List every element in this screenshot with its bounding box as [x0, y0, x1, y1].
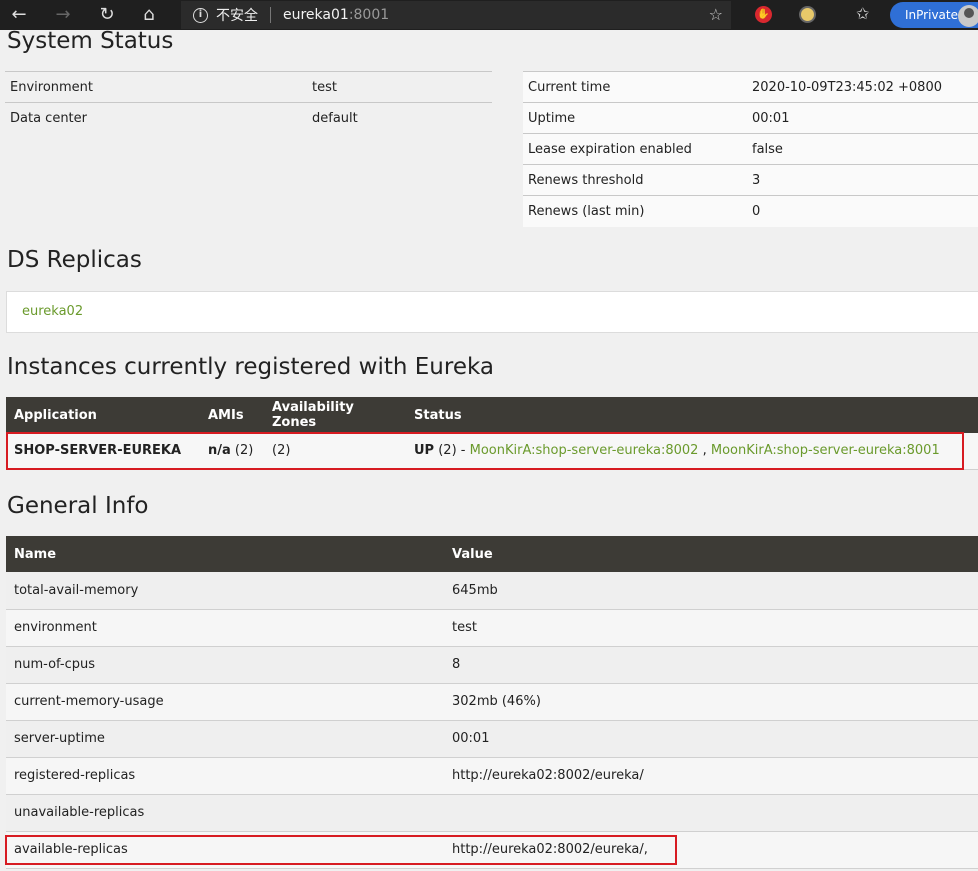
info-value: 8	[444, 646, 978, 684]
column-header: Name	[6, 536, 444, 572]
favorites-icon[interactable]: ✩	[856, 4, 869, 23]
instance-link[interactable]: MoonKirA:shop-server-eureka:8002	[470, 443, 699, 458]
status-state: UP	[414, 443, 435, 459]
info-value: 00:01	[444, 720, 978, 758]
general-info-title: General Info	[7, 493, 149, 519]
table-row: server-uptime 00:01	[6, 720, 978, 758]
info-name: unavailable-replicas	[6, 794, 444, 832]
table-row: Lease expiration enabled false	[523, 133, 978, 165]
zones-cell: (2)	[264, 433, 406, 470]
system-status-left-table: Environment test Data center default	[5, 71, 492, 134]
status-value: default	[307, 102, 492, 134]
info-name: server-uptime	[6, 720, 444, 758]
table-row: Renews (last min) 0	[523, 195, 978, 227]
ds-replicas-list: eureka02	[6, 291, 978, 333]
info-value	[444, 794, 978, 832]
column-header: AMIs	[200, 397, 264, 433]
info-value: http://eureka02:8002/eureka/	[444, 757, 978, 795]
table-row: Renews threshold 3	[523, 164, 978, 196]
instance-separator: ,	[702, 443, 707, 459]
instances-table: Application AMIs Availability Zones Stat…	[6, 397, 978, 470]
system-status-right-table: Current time 2020-10-09T23:45:02 +0800 U…	[523, 71, 978, 227]
table-row: Uptime 00:01	[523, 102, 978, 134]
home-icon[interactable]: ⌂	[138, 4, 160, 26]
ds-replicas-title: DS Replicas	[7, 247, 142, 273]
status-key: Lease expiration enabled	[523, 133, 747, 165]
info-name: current-memory-usage	[6, 683, 444, 721]
info-icon[interactable]: i	[193, 7, 208, 23]
status-value: test	[307, 71, 492, 103]
replica-link[interactable]: eureka02	[22, 304, 83, 319]
column-header: Application	[6, 397, 200, 433]
table-header-row: Name Value	[6, 536, 978, 572]
table-row: num-of-cpus 8	[6, 646, 978, 684]
status-key: Renews threshold	[523, 164, 747, 196]
forward-icon[interactable]: →	[52, 4, 74, 26]
status-key: Renews (last min)	[523, 195, 747, 227]
owl-extension-icon[interactable]	[799, 6, 816, 23]
status-value: 00:01	[747, 102, 978, 134]
table-row: environment test	[6, 609, 978, 647]
info-value: 645mb	[444, 572, 978, 610]
table-header-row: Application AMIs Availability Zones Stat…	[6, 397, 978, 433]
url-port: :8001	[348, 7, 390, 23]
table-row: registered-replicas http://eureka02:8002…	[6, 757, 978, 795]
amis-count: (2)	[234, 443, 254, 459]
status-key: Uptime	[523, 102, 747, 134]
table-row: current-memory-usage 302mb (46%)	[6, 683, 978, 721]
status-key: Data center	[5, 102, 307, 134]
status-count: (2) -	[438, 443, 466, 459]
instance-link[interactable]: MoonKirA:shop-server-eureka:8001	[711, 443, 940, 458]
status-value: 0	[747, 195, 978, 227]
table-row: Data center default	[5, 102, 492, 134]
status-key: Environment	[5, 71, 307, 103]
status-cell: UP (2) - MoonKirA:shop-server-eureka:800…	[406, 433, 978, 470]
table-row: total-avail-memory 645mb	[6, 572, 978, 610]
column-header: Value	[444, 536, 978, 572]
info-name: registered-replicas	[6, 757, 444, 795]
general-info-table: Name Value total-avail-memory 645mb envi…	[6, 536, 978, 869]
column-header: Availability Zones	[264, 397, 406, 433]
status-value: 3	[747, 164, 978, 196]
table-row: unavailable-replicas	[6, 794, 978, 832]
info-value: http://eureka02:8002/eureka/,	[444, 831, 978, 869]
address-separator	[270, 7, 271, 23]
insecure-label: 不安全	[216, 8, 258, 24]
status-value: false	[747, 133, 978, 165]
back-icon[interactable]: ←	[8, 4, 30, 26]
status-value: 2020-10-09T23:45:02 +0800	[747, 71, 978, 103]
instances-title: Instances currently registered with Eure…	[7, 354, 494, 380]
profile-avatar-icon[interactable]	[958, 5, 978, 27]
favorite-star-icon[interactable]: ☆	[709, 5, 723, 24]
info-name: environment	[6, 609, 444, 647]
info-name: num-of-cpus	[6, 646, 444, 684]
info-name: total-avail-memory	[6, 572, 444, 610]
amis-cell: n/a (2)	[200, 433, 264, 470]
system-status-title: System Status	[7, 28, 174, 54]
table-row: available-replicas http://eureka02:8002/…	[6, 831, 978, 869]
info-name: available-replicas	[6, 831, 444, 869]
browser-toolbar: ← → ↻ ⌂ i 不安全 eureka01:8001 ☆ ✋ ✩ InPriv…	[0, 0, 978, 30]
adblock-extension-icon[interactable]: ✋	[755, 6, 772, 23]
column-header: Status	[406, 397, 978, 433]
status-key: Current time	[523, 71, 747, 103]
address-bar[interactable]: i 不安全 eureka01:8001 ☆	[181, 1, 731, 29]
refresh-icon[interactable]: ↻	[96, 4, 118, 26]
info-value: test	[444, 609, 978, 647]
amis-value: n/a	[208, 443, 231, 459]
table-row: Environment test	[5, 71, 492, 103]
application-name: SHOP-SERVER-EUREKA	[6, 433, 200, 470]
table-row: Current time 2020-10-09T23:45:02 +0800	[523, 71, 978, 103]
table-row: SHOP-SERVER-EUREKA n/a (2) (2) UP (2) - …	[6, 433, 978, 470]
info-value: 302mb (46%)	[444, 683, 978, 721]
url-host: eureka01	[283, 7, 349, 23]
